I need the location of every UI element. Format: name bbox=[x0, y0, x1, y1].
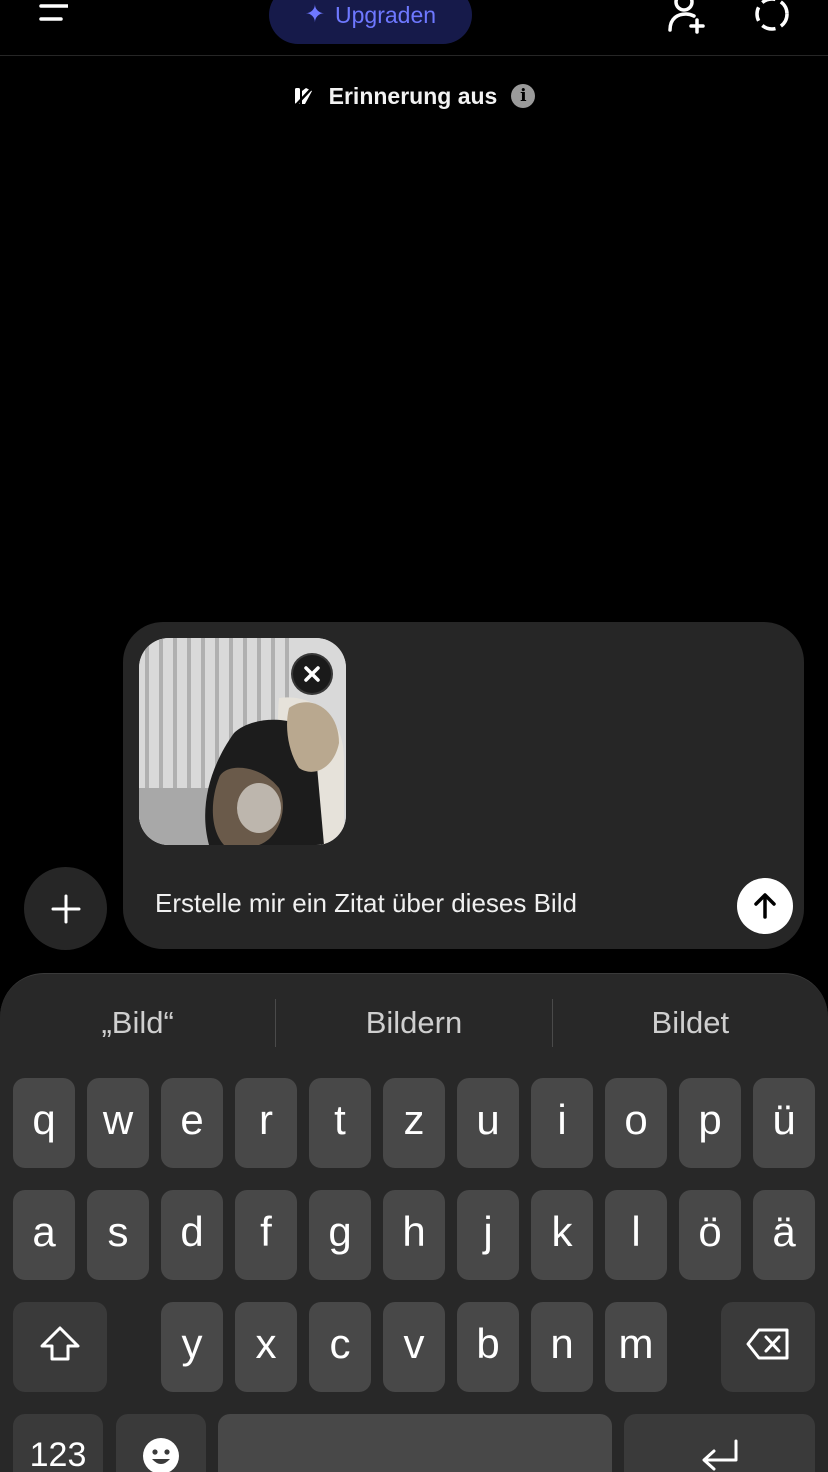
key[interactable]: p bbox=[679, 1078, 741, 1168]
key[interactable]: o bbox=[605, 1078, 667, 1168]
key[interactable]: m bbox=[605, 1302, 667, 1392]
shift-icon bbox=[40, 1326, 80, 1361]
key[interactable]: v bbox=[383, 1302, 445, 1392]
return-icon bbox=[702, 1439, 737, 1471]
key[interactable]: g bbox=[309, 1190, 371, 1280]
temporary-chat-icon bbox=[755, 0, 789, 31]
key[interactable]: r bbox=[235, 1078, 297, 1168]
upgrade-button[interactable]: ✦ Upgraden bbox=[269, 0, 472, 44]
suggestion-item[interactable]: Bildern bbox=[276, 996, 551, 1050]
key[interactable]: d bbox=[161, 1190, 223, 1280]
key[interactable]: c bbox=[309, 1302, 371, 1392]
menu-button[interactable] bbox=[28, 0, 84, 30]
key[interactable]: a bbox=[13, 1190, 75, 1280]
key[interactable]: n bbox=[531, 1302, 593, 1392]
key[interactable]: k bbox=[531, 1190, 593, 1280]
key[interactable]: x bbox=[235, 1302, 297, 1392]
key[interactable]: s bbox=[87, 1190, 149, 1280]
key[interactable]: f bbox=[235, 1190, 297, 1280]
space-key[interactable] bbox=[218, 1414, 612, 1472]
key[interactable]: z bbox=[383, 1078, 445, 1168]
message-composer: Erstelle mir ein Zitat über dieses Bild bbox=[123, 622, 804, 949]
emoji-key[interactable] bbox=[116, 1414, 206, 1472]
key[interactable]: u bbox=[457, 1078, 519, 1168]
key[interactable]: h bbox=[383, 1190, 445, 1280]
backspace-icon bbox=[746, 1328, 789, 1360]
key[interactable]: ü bbox=[753, 1078, 815, 1168]
add-user-button[interactable] bbox=[664, 0, 708, 36]
suggestion-item[interactable]: „Bild“ bbox=[0, 996, 275, 1050]
remove-attachment-button[interactable] bbox=[291, 653, 333, 695]
arrow-up-icon bbox=[754, 893, 776, 919]
key[interactable]: w bbox=[87, 1078, 149, 1168]
shift-key[interactable] bbox=[13, 1302, 107, 1392]
memory-off-icon bbox=[294, 86, 314, 106]
suggestion-bar: „Bild“ Bildern Bildet bbox=[0, 996, 828, 1050]
keyboard: „Bild“ Bildern Bildet q w e r t z u i o … bbox=[0, 973, 828, 1472]
close-icon bbox=[304, 666, 320, 682]
key[interactable]: i bbox=[531, 1078, 593, 1168]
add-user-icon bbox=[668, 0, 705, 34]
backspace-key[interactable] bbox=[721, 1302, 815, 1392]
key[interactable]: j bbox=[457, 1190, 519, 1280]
key[interactable]: q bbox=[13, 1078, 75, 1168]
key[interactable]: t bbox=[309, 1078, 371, 1168]
suggestion-item[interactable]: Bildet bbox=[553, 996, 828, 1050]
numbers-key[interactable]: 123 bbox=[13, 1414, 103, 1472]
add-attachment-button[interactable] bbox=[24, 867, 107, 950]
message-input[interactable]: Erstelle mir ein Zitat über dieses Bild bbox=[155, 888, 577, 919]
menu-icon bbox=[39, 4, 73, 21]
key[interactable]: l bbox=[605, 1190, 667, 1280]
top-bar: ✦ Upgraden bbox=[0, 0, 828, 56]
return-key[interactable] bbox=[624, 1414, 815, 1472]
key[interactable]: b bbox=[457, 1302, 519, 1392]
upgrade-label: Upgraden bbox=[335, 1, 437, 28]
memory-label: Erinnerung aus bbox=[328, 82, 498, 109]
send-button[interactable] bbox=[737, 878, 793, 934]
key[interactable]: e bbox=[161, 1078, 223, 1168]
info-icon[interactable]: i bbox=[511, 84, 536, 108]
emoji-icon bbox=[143, 1438, 179, 1472]
key[interactable]: ä bbox=[753, 1190, 815, 1280]
memory-status[interactable]: Erinnerung aus i bbox=[0, 78, 828, 114]
temporary-chat-button[interactable] bbox=[748, 0, 796, 38]
sparkle-icon: ✦ bbox=[304, 1, 326, 28]
key[interactable]: ö bbox=[679, 1190, 741, 1280]
plus-icon bbox=[51, 894, 80, 923]
key[interactable]: y bbox=[161, 1302, 223, 1392]
